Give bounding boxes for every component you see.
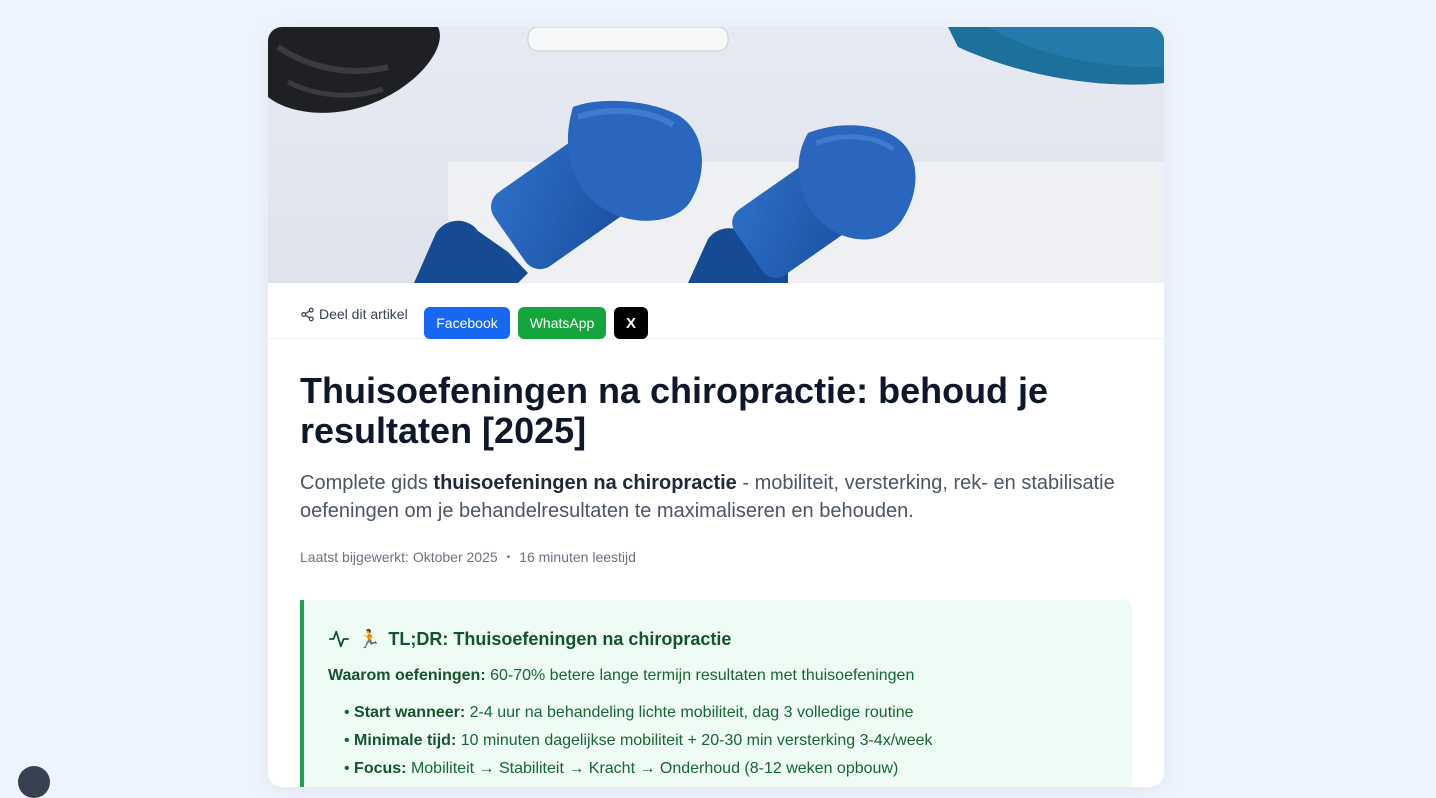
article-title: Thuisoefeningen na chiropractie: behoud …: [300, 370, 1049, 451]
list-item-text: 2-4 uur na behandeling lichte mobiliteit…: [465, 704, 914, 721]
list-item-text: 10 minuten dagelijkse mobiliteit + 20-30…: [456, 732, 933, 749]
share-bar: Deel dit artikel Facebook WhatsApp X: [268, 283, 1164, 339]
list-item-label: Start wanneer:: [354, 704, 466, 721]
read-time: 16 minuten leestijd: [519, 549, 636, 565]
meta-separator: •: [506, 551, 511, 563]
tldr-heading: 🏃 TL;DR: Thuisoefeningen na chiropractie: [328, 628, 731, 650]
article-lead: Complete gids thuisoefeningen na chiropr…: [300, 469, 1150, 525]
activity-icon: [328, 630, 350, 648]
tldr-heading-text: TL;DR: Thuisoefeningen na chiropractie: [388, 628, 732, 649]
tldr-box: 🏃 TL;DR: Thuisoefeningen na chiropractie…: [300, 600, 1132, 787]
list-item: • Focus: Mobiliteit → Stabiliteit → Krac…: [344, 755, 933, 783]
lead-keyword: thuisoefeningen na chiropractie: [433, 472, 737, 494]
list-item-label: Minimale tijd:: [354, 732, 457, 749]
list-item-text: Mobiliteit → Stabiliteit → Kracht → Onde…: [406, 760, 899, 777]
list-bullet: •: [344, 732, 355, 749]
list-bullet: •: [344, 760, 355, 777]
floating-action-button[interactable]: [18, 766, 50, 798]
x-share-button[interactable]: X: [614, 307, 648, 339]
share-label: Deel dit artikel: [300, 305, 408, 323]
list-item-label: Focus:: [354, 760, 407, 777]
list-item: • Start wanneer: 2-4 uur na behandeling …: [344, 699, 933, 727]
tldr-why: Waarom oefeningen: 60-70% betere lange t…: [328, 667, 914, 685]
list-bullet: •: [344, 704, 355, 721]
tldr-list: • Start wanneer: 2-4 uur na behandeling …: [344, 699, 933, 783]
share-label-text: Deel dit artikel: [319, 306, 408, 322]
lead-prefix: Complete gids: [300, 472, 434, 494]
article-card: Deel dit artikel Facebook WhatsApp X Thu…: [268, 27, 1164, 787]
list-item: • Minimale tijd: 10 minuten dagelijkse m…: [344, 727, 933, 755]
updated-date: Laatst bijgewerkt: Oktober 2025: [300, 549, 498, 565]
tldr-why-text: 60-70% betere lange termijn resultaten m…: [485, 667, 915, 684]
hero-image: [268, 27, 1164, 283]
article-meta: Laatst bijgewerkt: Oktober 2025 • 16 min…: [300, 549, 636, 565]
runner-emoji: 🏃: [358, 628, 381, 649]
share-icon: [301, 307, 314, 321]
facebook-share-button[interactable]: Facebook: [424, 307, 510, 339]
tldr-why-label: Waarom oefeningen:: [328, 667, 486, 684]
whatsapp-share-button[interactable]: WhatsApp: [518, 307, 606, 339]
